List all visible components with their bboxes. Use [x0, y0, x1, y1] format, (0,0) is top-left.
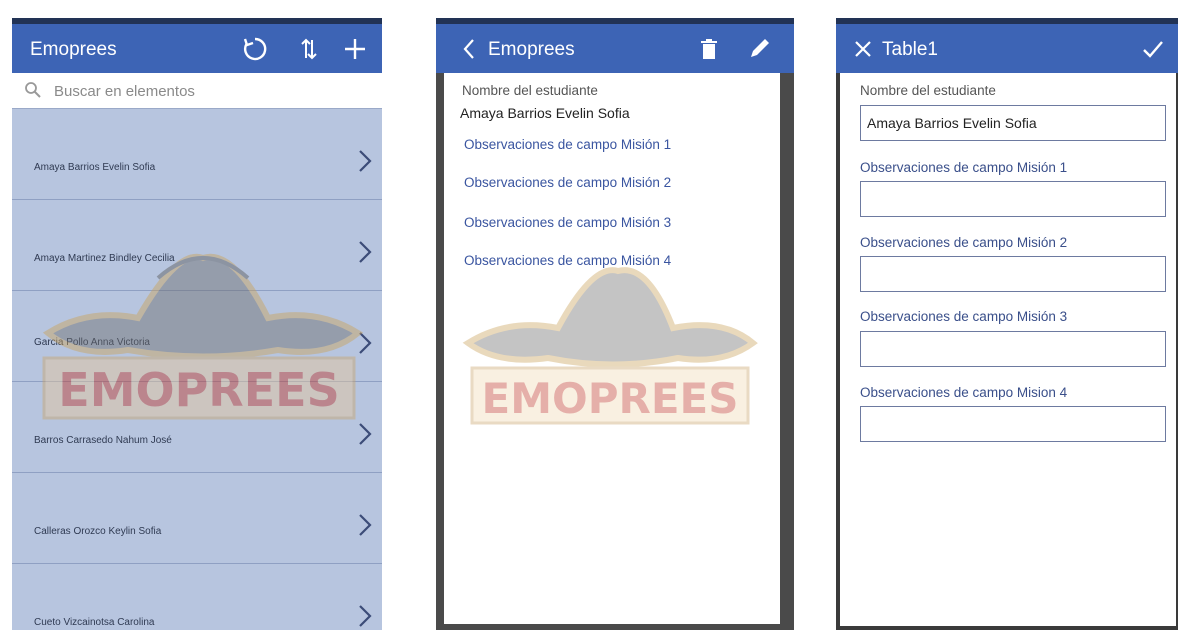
chevron-right-icon[interactable] — [358, 513, 372, 542]
delete-icon[interactable] — [692, 32, 726, 66]
chevron-right-icon[interactable] — [358, 604, 372, 630]
mision-1-field[interactable] — [860, 181, 1166, 217]
list-item[interactable]: Cueto Vizcainotsa Carolina — [12, 564, 382, 630]
mision-2-field[interactable] — [860, 256, 1166, 292]
add-icon[interactable] — [338, 32, 372, 66]
mision-3-field[interactable] — [860, 331, 1166, 367]
list-title: Emoprees — [30, 39, 117, 60]
list-item-name: Cueto Vizcainotsa Carolina — [34, 617, 155, 628]
list-item[interactable]: Garcia Pollo Anna Victoria — [12, 291, 382, 382]
detail-header: Emoprees — [436, 18, 794, 73]
detail-title: Emoprees — [488, 39, 575, 60]
list-item-name: Amaya Martinez Bindley Cecilia — [34, 253, 175, 264]
detail-screen: Emoprees Nombre del estudiante Amaya Bar… — [436, 18, 794, 630]
field-label-mision-1: Observaciones de campo Misión 1 — [860, 160, 1068, 175]
student-label: Nombre del estudiante — [860, 83, 996, 98]
chevron-right-icon[interactable] — [358, 331, 372, 360]
edit-title: Table1 — [882, 39, 938, 60]
edit-header: Table1 — [836, 18, 1178, 73]
list-item[interactable]: Barros Carrasedo Nahum José — [12, 382, 382, 473]
search-input[interactable] — [52, 79, 356, 103]
field-label-mision-2: Observaciones de campo Misión 2 — [860, 235, 1068, 250]
close-icon[interactable] — [846, 32, 880, 66]
list-item-name: Barros Carrasedo Nahum José — [34, 435, 172, 446]
list-item-name: Garcia Pollo Anna Victoria — [34, 337, 150, 348]
list-item[interactable]: Amaya Martinez Bindley Cecilia — [12, 200, 382, 291]
student-value: Amaya Barrios Evelin Sofia — [460, 105, 630, 121]
list-header: Emoprees — [12, 18, 382, 73]
watermark-text: EMOPREES — [482, 374, 739, 423]
list-item[interactable]: Amaya Barrios Evelin Sofia — [12, 109, 382, 200]
list-item-name: Amaya Barrios Evelin Sofia — [34, 162, 156, 173]
back-icon[interactable] — [452, 32, 486, 66]
search-icon — [24, 81, 42, 104]
search-bar — [12, 73, 382, 109]
chevron-right-icon[interactable] — [358, 422, 372, 451]
list-item[interactable]: Calleras Orozco Keylin Sofia — [12, 473, 382, 564]
list-item-name: Calleras Orozco Keylin Sofia — [34, 526, 162, 537]
mision-4-field[interactable] — [860, 406, 1166, 442]
list-screen: Emoprees Amaya Barrios Evelin Sofia Amay… — [12, 18, 382, 630]
edit-body: Nombre del estudiante Observaciones de c… — [840, 73, 1176, 626]
field-label-mision-3: Observaciones de campo Misión 3 — [464, 215, 672, 230]
sort-icon[interactable] — [292, 32, 326, 66]
chevron-right-icon[interactable] — [358, 149, 372, 178]
edit-screen: Table1 Nombre del estudiante Observacion… — [836, 18, 1178, 630]
student-label: Nombre del estudiante — [462, 83, 598, 98]
field-label-mision-4: Observaciones de campo Misión 4 — [464, 253, 672, 268]
detail-body: Nombre del estudiante Amaya Barrios Evel… — [444, 73, 780, 624]
student-name-field[interactable] — [860, 105, 1166, 141]
field-label-mision-3: Observaciones de campo Misión 3 — [860, 309, 1068, 324]
refresh-icon[interactable] — [238, 32, 272, 66]
edit-icon[interactable] — [742, 32, 776, 66]
student-list: Amaya Barrios Evelin Sofia Amaya Martine… — [12, 109, 382, 630]
emoprees-watermark-logo: EMOPREES — [462, 267, 758, 425]
field-label-mision-2: Observaciones de campo Misión 2 — [464, 175, 672, 190]
field-label-mision-1: Observaciones de campo Misión 1 — [464, 137, 672, 152]
chevron-right-icon[interactable] — [358, 240, 372, 269]
field-label-mision-4: Observaciones de campo Mision 4 — [860, 385, 1068, 400]
check-icon[interactable] — [1136, 32, 1170, 66]
